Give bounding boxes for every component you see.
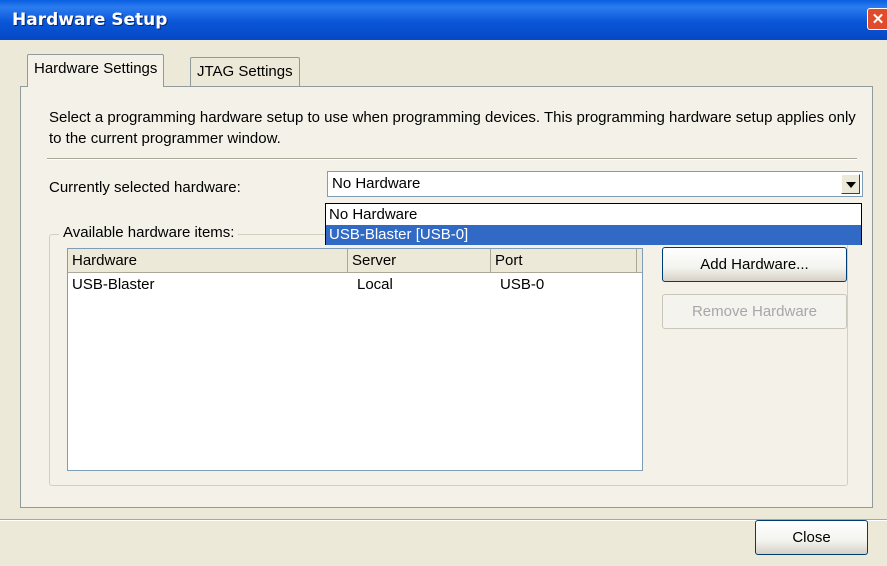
tab-panel: Select a programming hardware setup to u… bbox=[20, 86, 873, 508]
hardware-dropdown-list[interactable]: No Hardware USB-Blaster [USB-0] bbox=[325, 203, 862, 245]
column-header-hardware[interactable]: Hardware bbox=[68, 249, 348, 273]
hardware-list[interactable]: Hardware Server Port USB-Blaster Local U… bbox=[67, 248, 643, 471]
hardware-select[interactable]: No Hardware bbox=[327, 171, 863, 197]
cell-hardware: USB-Blaster bbox=[72, 276, 155, 293]
dropdown-option-usb-blaster[interactable]: USB-Blaster [USB-0] bbox=[326, 225, 861, 245]
bottom-divider bbox=[0, 519, 887, 521]
close-button[interactable]: Close bbox=[755, 520, 868, 555]
column-header-port[interactable]: Port bbox=[491, 249, 637, 273]
column-header-server[interactable]: Server bbox=[348, 249, 491, 273]
tab-jtag-settings[interactable]: JTAG Settings bbox=[190, 57, 300, 87]
window-title: Hardware Setup bbox=[12, 10, 168, 30]
remove-hardware-button[interactable]: Remove Hardware bbox=[662, 294, 847, 329]
cell-port: USB-0 bbox=[500, 276, 545, 293]
description-text: Select a programming hardware setup to u… bbox=[49, 109, 856, 147]
current-hardware-label: Currently selected hardware: bbox=[49, 179, 241, 196]
hardware-select-value: No Hardware bbox=[332, 175, 421, 192]
close-icon[interactable]: ✕ bbox=[867, 8, 887, 30]
tab-hardware-settings[interactable]: Hardware Settings bbox=[27, 54, 165, 87]
chevron-down-icon[interactable] bbox=[841, 174, 860, 194]
column-header-filler bbox=[637, 249, 642, 273]
title-bar: Hardware Setup ✕ bbox=[0, 0, 887, 40]
add-hardware-button[interactable]: Add Hardware... bbox=[662, 247, 847, 282]
available-hardware-legend: Available hardware items: bbox=[59, 224, 239, 241]
cell-server: Local bbox=[357, 276, 393, 293]
dropdown-option-no-hardware[interactable]: No Hardware bbox=[326, 205, 861, 225]
divider bbox=[47, 158, 857, 160]
